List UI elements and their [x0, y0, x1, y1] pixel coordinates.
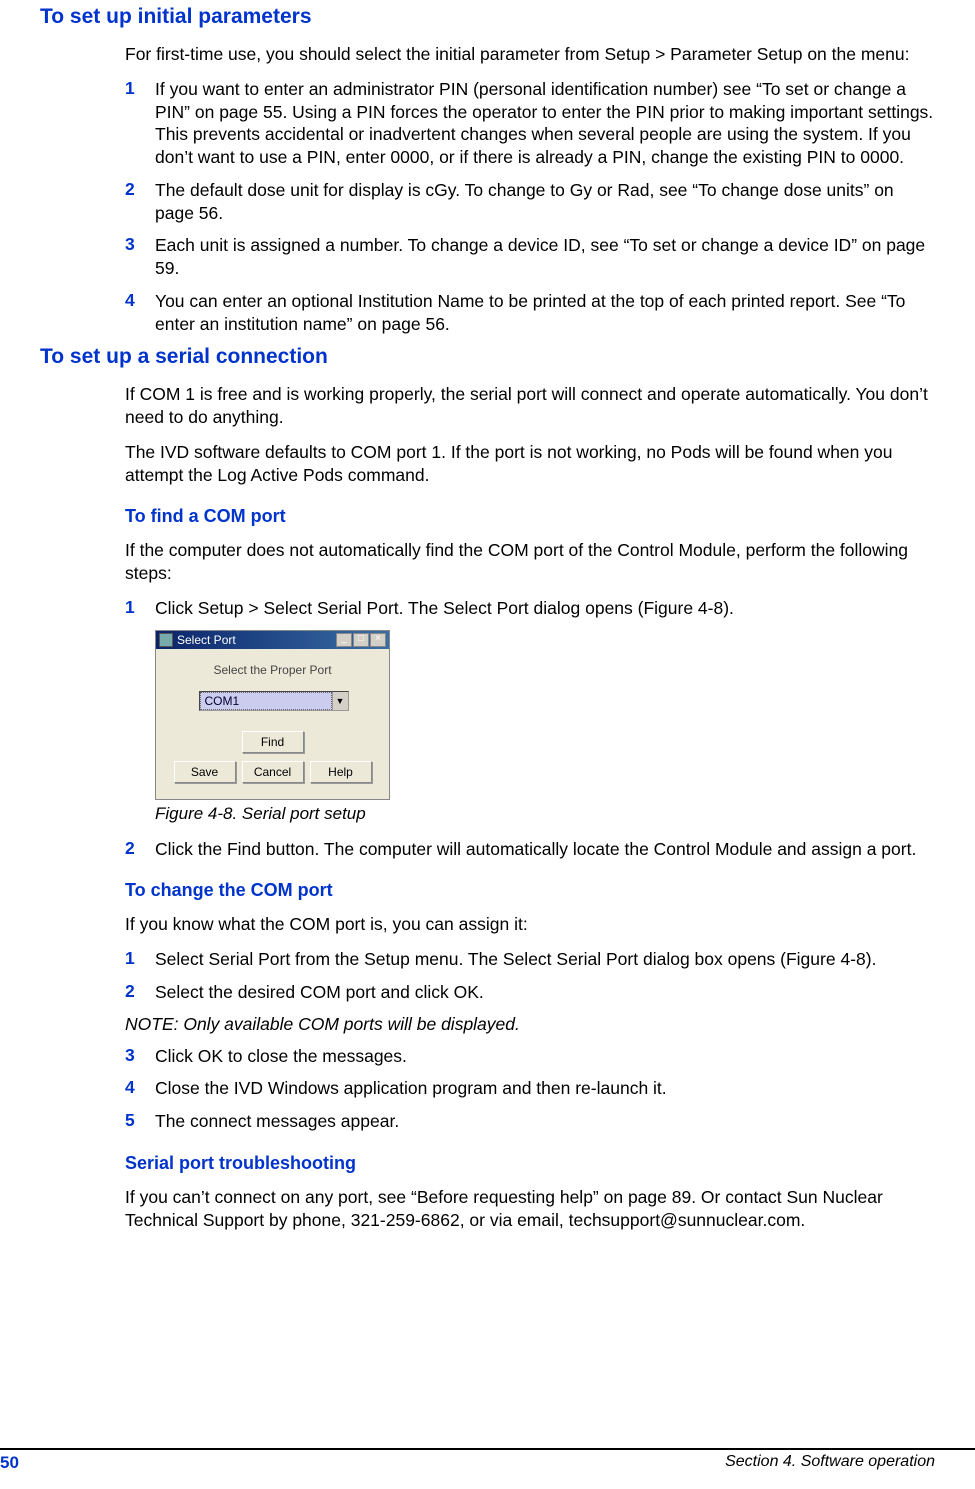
list-number: 2 [125, 179, 155, 225]
body-para: If COM 1 is free and is working properly… [125, 383, 935, 429]
list-number: 1 [125, 597, 155, 620]
heading-serial-connection: To set up a serial connection [40, 345, 935, 369]
list-item: 3 Click OK to close the messages. [125, 1045, 935, 1068]
list-number: 4 [125, 290, 155, 336]
maximize-icon[interactable]: □ [353, 633, 369, 647]
list-text: The default dose unit for display is cGy… [155, 179, 935, 225]
find-button[interactable]: Find [242, 731, 304, 753]
list-text: Click the Find button. The computer will… [155, 838, 935, 861]
dialog-title: Select Port [177, 633, 336, 647]
list-item: 1 If you want to enter an administrator … [125, 78, 935, 169]
minimize-icon[interactable]: _ [336, 633, 352, 647]
list-item: 4 You can enter an optional Institution … [125, 290, 935, 336]
list-item: 1 Select Serial Port from the Setup menu… [125, 948, 935, 971]
list-text: You can enter an optional Institution Na… [155, 290, 935, 336]
heading-setup-parameters: To set up initial parameters [40, 5, 935, 29]
body-para: If you can’t connect on any port, see “B… [125, 1186, 935, 1232]
page-number: 50 [0, 1453, 19, 1473]
list-number: 5 [125, 1110, 155, 1133]
list-number: 1 [125, 78, 155, 169]
list-item: 2 The default dose unit for display is c… [125, 179, 935, 225]
list-text: Select Serial Port from the Setup menu. … [155, 948, 935, 971]
list-number: 2 [125, 981, 155, 1004]
figure-caption: Figure 4-8. Serial port setup [155, 804, 935, 824]
intro-para: For first-time use, you should select th… [125, 43, 935, 66]
body-para: If the computer does not automatically f… [125, 539, 935, 585]
list-text: Click Setup > Select Serial Port. The Se… [155, 597, 935, 620]
page-footer: 50 Section 4. Software operation [0, 1448, 975, 1473]
list-number: 2 [125, 838, 155, 861]
list-number: 4 [125, 1077, 155, 1100]
close-icon[interactable]: × [370, 633, 386, 647]
section-label: Section 4. Software operation [725, 1453, 935, 1473]
list-text: Close the IVD Windows application progra… [155, 1077, 935, 1100]
list-item: 2 Select the desired COM port and click … [125, 981, 935, 1004]
dialog-titlebar: Select Port _ □ × [156, 631, 389, 649]
body-para: If you know what the COM port is, you ca… [125, 913, 935, 936]
com-port-select[interactable]: COM1 ▼ [199, 691, 349, 711]
list-text: If you want to enter an administrator PI… [155, 78, 935, 169]
body-para: The IVD software defaults to COM port 1.… [125, 441, 935, 487]
list-number: 3 [125, 1045, 155, 1068]
heading-find-com-port: To find a COM port [125, 506, 935, 527]
com-port-value: COM1 [200, 692, 332, 710]
list-text: Select the desired COM port and click OK… [155, 981, 935, 1004]
list-item: 4 Close the IVD Windows application prog… [125, 1077, 935, 1100]
list-item: 5 The connect messages appear. [125, 1110, 935, 1133]
list-text: The connect messages appear. [155, 1110, 935, 1133]
app-icon [159, 633, 173, 647]
chevron-down-icon[interactable]: ▼ [332, 692, 348, 710]
list-item: 3 Each unit is assigned a number. To cha… [125, 234, 935, 280]
list-item: 2 Click the Find button. The computer wi… [125, 838, 935, 861]
list-number: 3 [125, 234, 155, 280]
select-port-dialog: Select Port _ □ × Select the Proper Port… [155, 630, 390, 800]
dialog-prompt: Select the Proper Port [164, 663, 381, 677]
help-button[interactable]: Help [310, 761, 372, 783]
list-number: 1 [125, 948, 155, 971]
heading-change-com-port: To change the COM port [125, 880, 935, 901]
cancel-button[interactable]: Cancel [242, 761, 304, 783]
note: NOTE: Only available COM ports will be d… [125, 1014, 935, 1035]
list-text: Each unit is assigned a number. To chang… [155, 234, 935, 280]
heading-serial-troubleshooting: Serial port troubleshooting [125, 1153, 935, 1174]
save-button[interactable]: Save [174, 761, 236, 783]
list-text: Click OK to close the messages. [155, 1045, 935, 1068]
figure-select-port: Select Port _ □ × Select the Proper Port… [155, 630, 935, 824]
list-item: 1 Click Setup > Select Serial Port. The … [125, 597, 935, 620]
